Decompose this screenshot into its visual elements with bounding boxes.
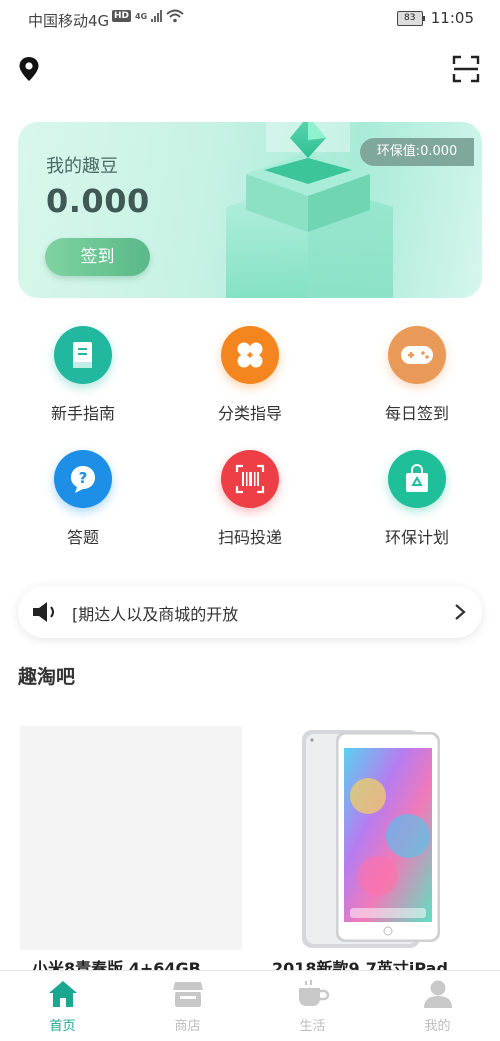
clover-icon xyxy=(221,326,279,384)
nav-label: 生活 xyxy=(299,1019,326,1034)
coffee-cup-icon xyxy=(298,980,329,1006)
network-type: 4G xyxy=(135,11,148,21)
person-icon xyxy=(423,980,452,1008)
grid-label: 每日签到 xyxy=(384,404,449,423)
nav-label: 首页 xyxy=(49,1019,76,1034)
product-card-xiaomi[interactable] xyxy=(20,726,242,950)
grid-item-scan-delivery[interactable]: 扫码投递 xyxy=(190,450,310,548)
wifi-icon xyxy=(166,9,184,23)
barcode-scan-icon xyxy=(221,450,279,508)
points-title: 我的趣豆 xyxy=(46,156,118,177)
grid-item-sorting-guide[interactable]: 分类指导 xyxy=(190,326,310,424)
grid-label: 分类指导 xyxy=(217,404,282,423)
home-icon xyxy=(48,981,77,1007)
battery-icon: 83 xyxy=(396,10,425,26)
hd-badge: HD xyxy=(112,10,132,22)
grid-label: 答题 xyxy=(66,528,99,547)
points-amount: 0.000 xyxy=(46,182,150,220)
ipad-product-image xyxy=(302,730,440,948)
signal-icon xyxy=(151,10,163,22)
grid-label: 环保计划 xyxy=(384,528,449,547)
section-title: 趣淘吧 xyxy=(18,666,76,688)
nav-profile[interactable]: 我的 xyxy=(375,971,500,1041)
svg-text:?: ? xyxy=(79,469,88,487)
nav-label: 商店 xyxy=(174,1019,201,1034)
store-icon xyxy=(172,982,203,1007)
points-banner: 我的趣豆 0.000 签到 环保值:0.000 xyxy=(18,122,482,298)
question-icon: ? xyxy=(54,450,112,508)
location-pin-icon[interactable] xyxy=(18,56,40,82)
checkin-button[interactable]: 签到 xyxy=(45,238,150,276)
status-time: 11:05 xyxy=(430,9,474,27)
grid-item-beginner-guide[interactable]: 新手指南 xyxy=(23,326,143,424)
speaker-icon xyxy=(33,602,54,622)
product-card-ipad[interactable] xyxy=(258,726,480,950)
recycle-bag-icon xyxy=(388,450,446,508)
grid-label: 新手指南 xyxy=(50,404,115,423)
carrier-name: 中国移动4G xyxy=(28,12,110,30)
announcement-bar[interactable]: [期达人以及商城的开放 xyxy=(18,586,482,638)
chevron-right-icon[interactable] xyxy=(454,603,466,621)
nav-label: 我的 xyxy=(424,1019,451,1034)
announcement-text: [期达人以及商城的开放 xyxy=(72,605,239,624)
scan-icon[interactable] xyxy=(452,55,480,83)
eco-value-badge[interactable]: 环保值:0.000 xyxy=(360,138,474,166)
nav-shop[interactable]: 商店 xyxy=(125,971,250,1041)
grid-item-eco-plan[interactable]: 环保计划 xyxy=(357,450,477,548)
grid-item-daily-checkin[interactable]: 每日签到 xyxy=(357,326,477,424)
bottom-navigation: 首页 商店 生活 我的 xyxy=(0,970,500,1041)
grid-label: 扫码投递 xyxy=(217,528,282,547)
nav-life[interactable]: 生活 xyxy=(250,971,375,1041)
status-bar: 中国移动4G HD 4G 83 11:05 xyxy=(0,0,500,38)
nav-home[interactable]: 首页 xyxy=(0,971,125,1041)
grid-item-quiz[interactable]: ? 答题 xyxy=(23,450,143,548)
gamepad-icon xyxy=(388,326,446,384)
book-icon xyxy=(54,326,112,384)
network-icons: HD 4G xyxy=(112,9,184,23)
